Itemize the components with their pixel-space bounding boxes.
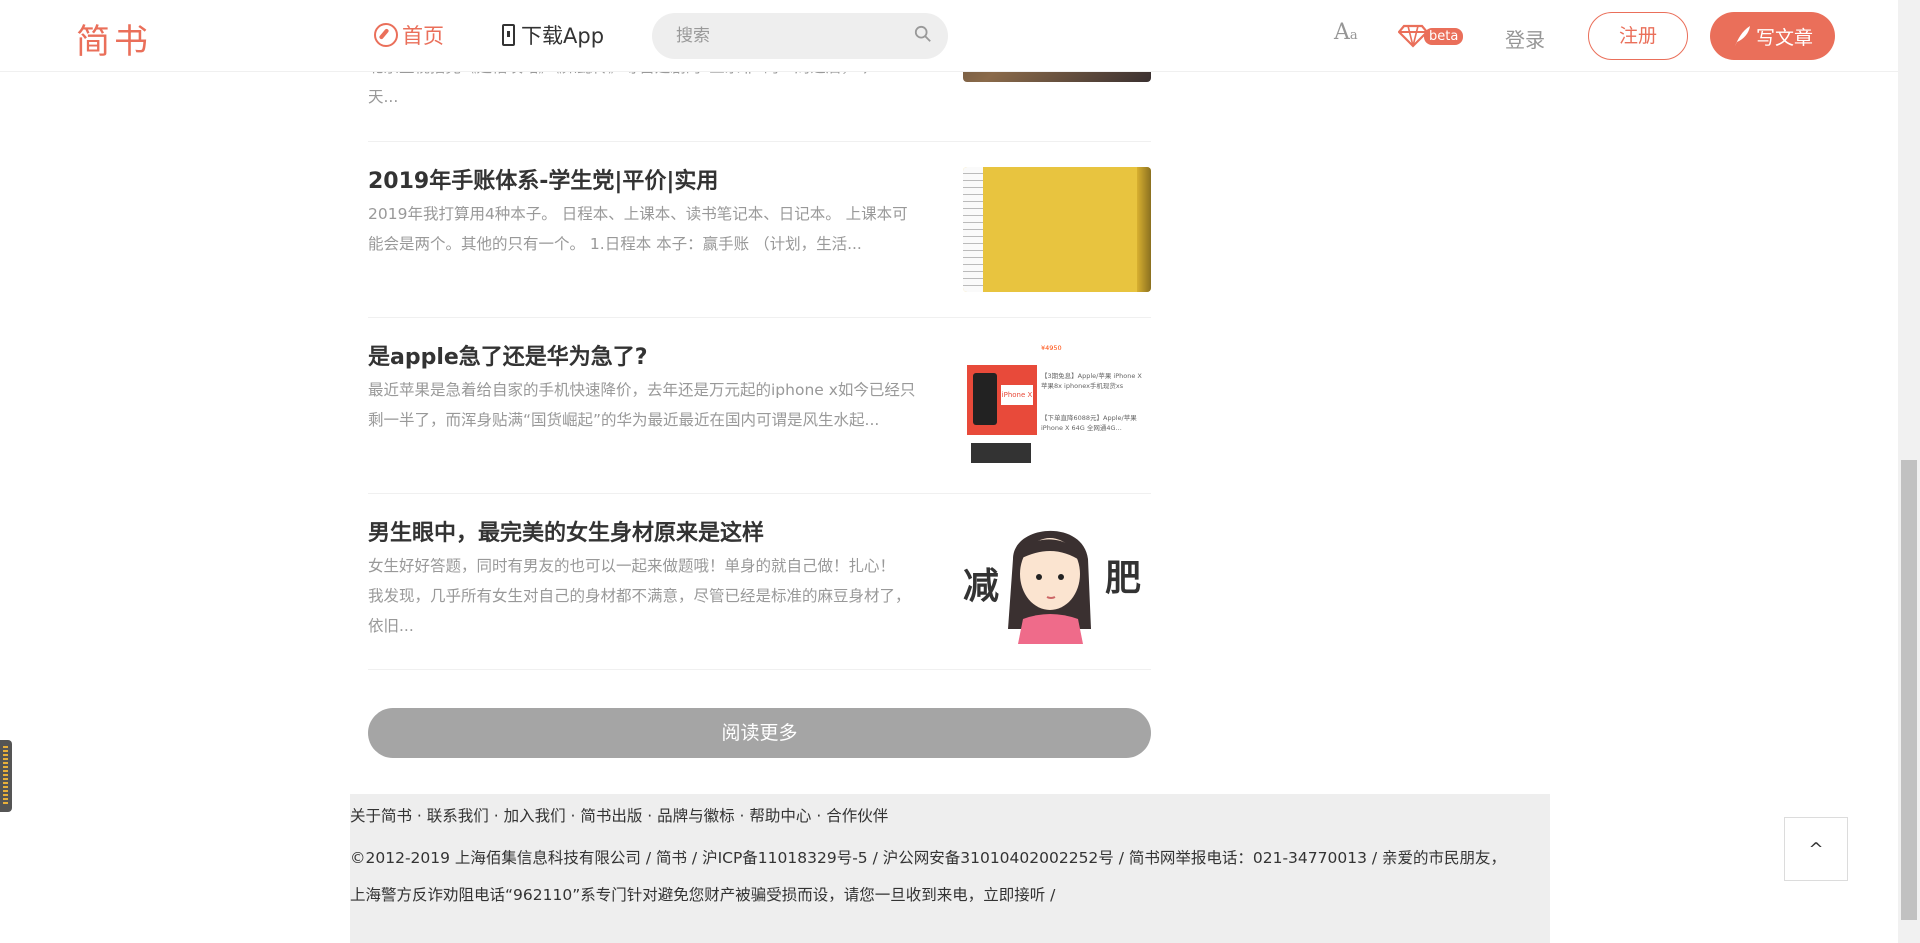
beta-badge: beta <box>1424 27 1464 45</box>
side-drag-handle[interactable] <box>0 740 12 812</box>
thumbnail-text: iPhone X <box>1001 385 1033 405</box>
excerpt-line: 最近苹果是急着给自家的手机快速降价，去年还是万元起的iphone x如今已经只 <box>368 381 916 399</box>
article-title[interactable]: 2019年手账体系-学生党|平价|实用 <box>368 167 718 197</box>
jianshu-logo[interactable]: 简书 <box>76 14 152 63</box>
feather-pen-icon <box>1734 26 1750 46</box>
article-list-item: 2019年手账体系-学生党|平价|实用 2019年我打算用4种本子。 日程本、上… <box>368 142 1151 318</box>
excerpt-line: 天... <box>368 88 399 106</box>
read-more-button[interactable]: 阅读更多 <box>368 708 1151 758</box>
login-link[interactable]: 登录 <box>1505 24 1545 53</box>
excerpt-line: 女生好好答题，同时有男友的也可以一起来做题哦！单身的就自己做！扎心！ <box>368 557 896 575</box>
thumbnail-text: 肥 <box>1105 558 1142 599</box>
article-thumbnail[interactable] <box>963 167 1151 292</box>
article-thumbnail[interactable]: 减 肥 <box>963 519 1151 644</box>
scrollbar-thumb[interactable] <box>1901 460 1917 920</box>
thumbnail-text: 减 <box>963 566 1000 607</box>
vertical-scrollbar[interactable] <box>1898 0 1920 943</box>
font-size-sub: a <box>1349 28 1358 43</box>
footer-copyright: ©2012-2019 上海佰集信息科技有限公司 / 简书 / 沪ICP备1101… <box>350 840 1550 914</box>
excerpt-line: 能会是两个。其他的只有一个。 1.日程本 本子：赢手账 （计划，生活... <box>368 235 862 253</box>
thumbnail-text: 【下单直降6088元】Apple/苹果 iPhone X 64G 全网通4G..… <box>1041 414 1137 432</box>
search-box <box>652 13 948 59</box>
search-input[interactable] <box>676 13 906 59</box>
article-excerpt: 女生好好答题，同时有男友的也可以一起来做题哦！单身的就自己做！扎心！ 我发现，几… <box>368 551 943 641</box>
write-article-button[interactable]: 写文章 <box>1710 12 1835 60</box>
article-excerpt: 最近苹果是急着给自家的手机快速降价，去年还是万元起的iphone x如今已经只 … <box>368 375 943 435</box>
copyright-line: 上海警方反诈劝阻电话“962110”系专门针对避免您财产被骗受损而设，请您一旦收… <box>350 886 1056 904</box>
nav-home-label: 首页 <box>402 24 444 48</box>
copyright-line: ©2012-2019 上海佰集信息科技有限公司 / 简书 / 沪ICP备1101… <box>350 849 1507 867</box>
excerpt-line: 剩一半了，而浑身贴满“国货崛起”的华为最近最近在国内可谓是风生水起... <box>368 411 880 429</box>
thumbnail-text: 【3期免息】Apple/苹果 iPhone X苹果8x iphonex手机现货x… <box>1041 372 1142 390</box>
register-button[interactable]: 注册 <box>1588 12 1688 60</box>
footer-links[interactable]: 关于简书 · 联系我们 · 加入我们 · 简书出版 · 品牌与徽标 · 帮助中心… <box>350 804 888 826</box>
beta-diamond-button[interactable]: beta <box>1398 24 1464 48</box>
font-size-label: A <box>1334 20 1350 45</box>
excerpt-line: 我发现，几乎所有女生对自己的身材都不满意，尽管已经是标准的麻豆身材了， <box>368 587 911 605</box>
article-thumbnail[interactable]: iPhone X ¥4950 【3期免息】Apple/苹果 iPhone X苹果… <box>963 343 1151 468</box>
search-icon[interactable] <box>914 25 932 43</box>
phone-icon <box>502 24 515 46</box>
excerpt-line: 2019年我打算用4种本子。 日程本、上课本、读书笔记本、日记本。 上课本可 <box>368 205 908 223</box>
footer: 关于简书 · 联系我们 · 加入我们 · 简书出版 · 品牌与徽标 · 帮助中心… <box>350 794 1550 943</box>
thumbnail-text: ¥4950 <box>1041 344 1062 352</box>
nav-home-link[interactable]: 首页 <box>374 20 444 50</box>
back-to-top-button[interactable]: ^ <box>1784 817 1848 881</box>
nav-download-app-label: 下载App <box>521 24 605 48</box>
nav-download-app-link[interactable]: 下载App <box>502 20 604 50</box>
article-list-item: 是apple急了还是华为急了? 最近苹果是急着给自家的手机快速降价，去年还是万元… <box>368 318 1151 494</box>
article-list-item: 男生眼中，最完美的女生身材原来是这样 女生好好答题，同时有男友的也可以一起来做题… <box>368 494 1151 670</box>
top-navbar: 简书 首页 下载App Aa beta 登录 注册 写文章 <box>0 0 1898 72</box>
font-size-toggle[interactable]: Aa <box>1334 20 1358 45</box>
compass-icon <box>374 23 398 47</box>
write-article-label: 写文章 <box>1755 26 1813 49</box>
article-title[interactable]: 是apple急了还是华为急了? <box>368 343 648 373</box>
excerpt-line: 依旧... <box>368 617 414 635</box>
article-title[interactable]: 男生眼中，最完美的女生身材原来是这样 <box>368 519 764 549</box>
article-excerpt: 2019年我打算用4种本子。 日程本、上课本、读书笔记本、日记本。 上课本可 能… <box>368 199 943 259</box>
